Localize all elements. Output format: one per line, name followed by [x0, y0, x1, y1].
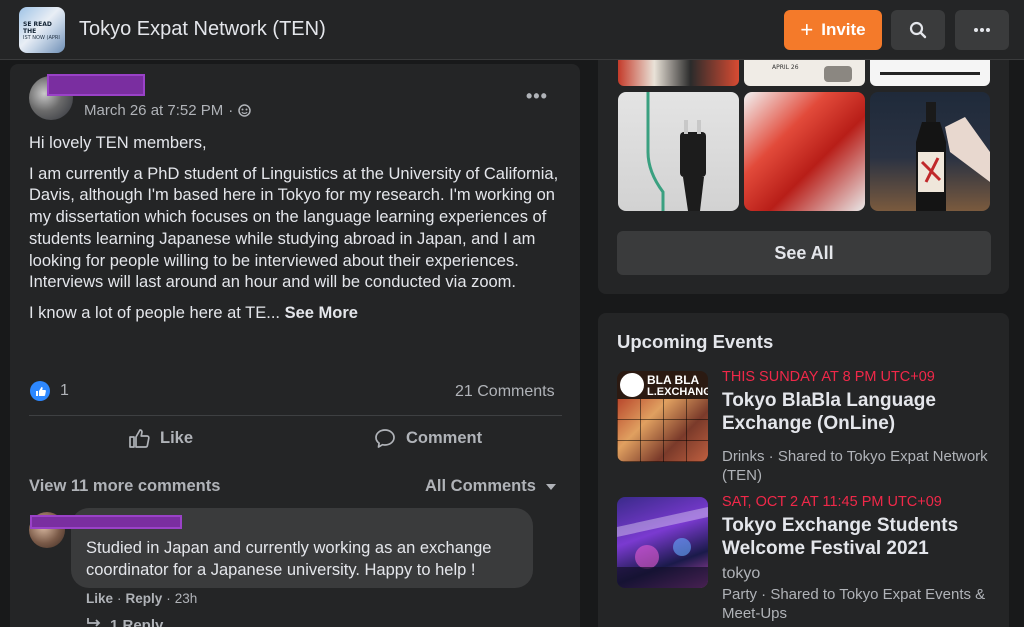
post-paragraph: Hi lovely TEN members,: [29, 134, 207, 152]
comment-like-button[interactable]: Like: [86, 591, 113, 606]
separator: ·: [166, 591, 171, 606]
view-more-comments-link[interactable]: View 11 more comments: [29, 477, 220, 496]
replies-label: 1 Reply: [110, 617, 164, 627]
like-reaction-icon: [30, 381, 50, 401]
post-truncated-text: I know a lot of people here at TE...: [29, 303, 281, 322]
sake-bottle-image: [916, 102, 990, 211]
post-options-icon[interactable]: •••: [526, 86, 548, 107]
search-icon: [909, 21, 927, 39]
comment-icon: [375, 429, 395, 448]
comment-count[interactable]: 21 Comments: [455, 383, 555, 401]
event-date: SAT, OCT 2 AT 11:45 PM UTC+09: [722, 494, 942, 510]
invite-button[interactable]: + Invite: [784, 10, 882, 50]
all-comments-label: All Comments: [425, 477, 536, 495]
event-date: THIS SUNDAY AT 8 PM UTC+09: [722, 369, 935, 385]
redacted-commenter-name: [30, 515, 182, 529]
comment-button[interactable]: Comment: [374, 428, 482, 448]
event-location: tokyo: [722, 565, 761, 582]
post-timestamp[interactable]: March 26 at 7:52 PM: [84, 102, 223, 119]
more-options-button[interactable]: [955, 10, 1009, 50]
post-meta: March 26 at 7:52 PM ·: [84, 102, 251, 119]
comment-reply-button[interactable]: Reply: [126, 591, 163, 606]
more-icon: [974, 28, 990, 32]
power-plug-image: [646, 92, 706, 211]
media-thumbnail[interactable]: [618, 60, 739, 86]
like-label: Like: [160, 428, 194, 447]
media-thumbnail[interactable]: [744, 92, 865, 211]
divider: [29, 415, 562, 416]
media-thumbnail[interactable]: [870, 92, 990, 211]
group-title[interactable]: Tokyo Expat Network (TEN): [79, 18, 326, 41]
view-replies-link[interactable]: 1 Reply: [86, 617, 163, 627]
comment-label: Comment: [406, 428, 483, 447]
media-thumbnail[interactable]: [870, 60, 990, 86]
plus-icon: +: [800, 17, 814, 42]
event-logo-icon: [620, 373, 644, 397]
comment-text: Studied in Japan and currently working a…: [86, 539, 492, 579]
upcoming-events-title: Upcoming Events: [617, 331, 774, 352]
group-header: SE READ THE IST NOW (APRI Tokyo Expat Ne…: [0, 0, 1024, 60]
thumb-text-2: IST NOW (APRI: [23, 35, 60, 41]
post-body: Hi lovely TEN members, I am currently a …: [29, 133, 569, 334]
event-thumbnail[interactable]: [617, 497, 708, 588]
media-thumbnail-label: APRIL 26: [772, 64, 799, 71]
reactions-summary[interactable]: 1: [30, 381, 69, 401]
event-details: Party · Shared to Tokyo Expat Events & M…: [722, 586, 986, 622]
media-thumbnail[interactable]: [618, 92, 739, 211]
caret-down-icon: [545, 483, 556, 490]
post-truncated: I know a lot of people here at TE... See…: [29, 303, 569, 325]
media-object: [824, 66, 852, 82]
festival-image: [617, 507, 708, 588]
invite-label: Invite: [821, 20, 866, 39]
event-name[interactable]: Tokyo Exchange Students Welcome Festival…: [722, 514, 997, 560]
comment-actions: Like · Reply · 23h: [86, 591, 197, 606]
reaction-count: 1: [60, 382, 69, 399]
event-name[interactable]: Tokyo BlaBla Language Exchange (OnLine): [722, 389, 997, 435]
thumbs-up-icon: [129, 429, 150, 448]
separator: ·: [117, 591, 122, 606]
see-all-button[interactable]: See All: [617, 231, 991, 275]
event-thumb-text: L.EXCHANGE: [647, 386, 708, 398]
thumb-text-1: SE READ THE: [23, 21, 52, 35]
comment-time[interactable]: 23h: [175, 591, 198, 606]
redacted-author-name: [47, 74, 145, 96]
media-thumbnail[interactable]: APRIL 26: [744, 60, 865, 86]
reply-arrow-icon: [87, 618, 101, 627]
group-cover-thumbnail[interactable]: SE READ THE IST NOW (APRI: [19, 7, 65, 53]
event-details: Drinks · Shared to Tokyo Expat Network (…: [722, 448, 988, 484]
search-button[interactable]: [891, 10, 945, 50]
post-paragraph: I am currently a PhD student of Linguist…: [29, 164, 559, 292]
event-thumbnail[interactable]: BLA BLA L.EXCHANGE: [617, 371, 708, 462]
see-more-link[interactable]: See More: [285, 304, 358, 322]
event-thumb-text: BLA BLA: [647, 373, 700, 387]
all-comments-dropdown[interactable]: All Comments: [425, 477, 556, 496]
like-button[interactable]: Like: [128, 428, 193, 448]
group-audience-icon: [238, 104, 251, 117]
